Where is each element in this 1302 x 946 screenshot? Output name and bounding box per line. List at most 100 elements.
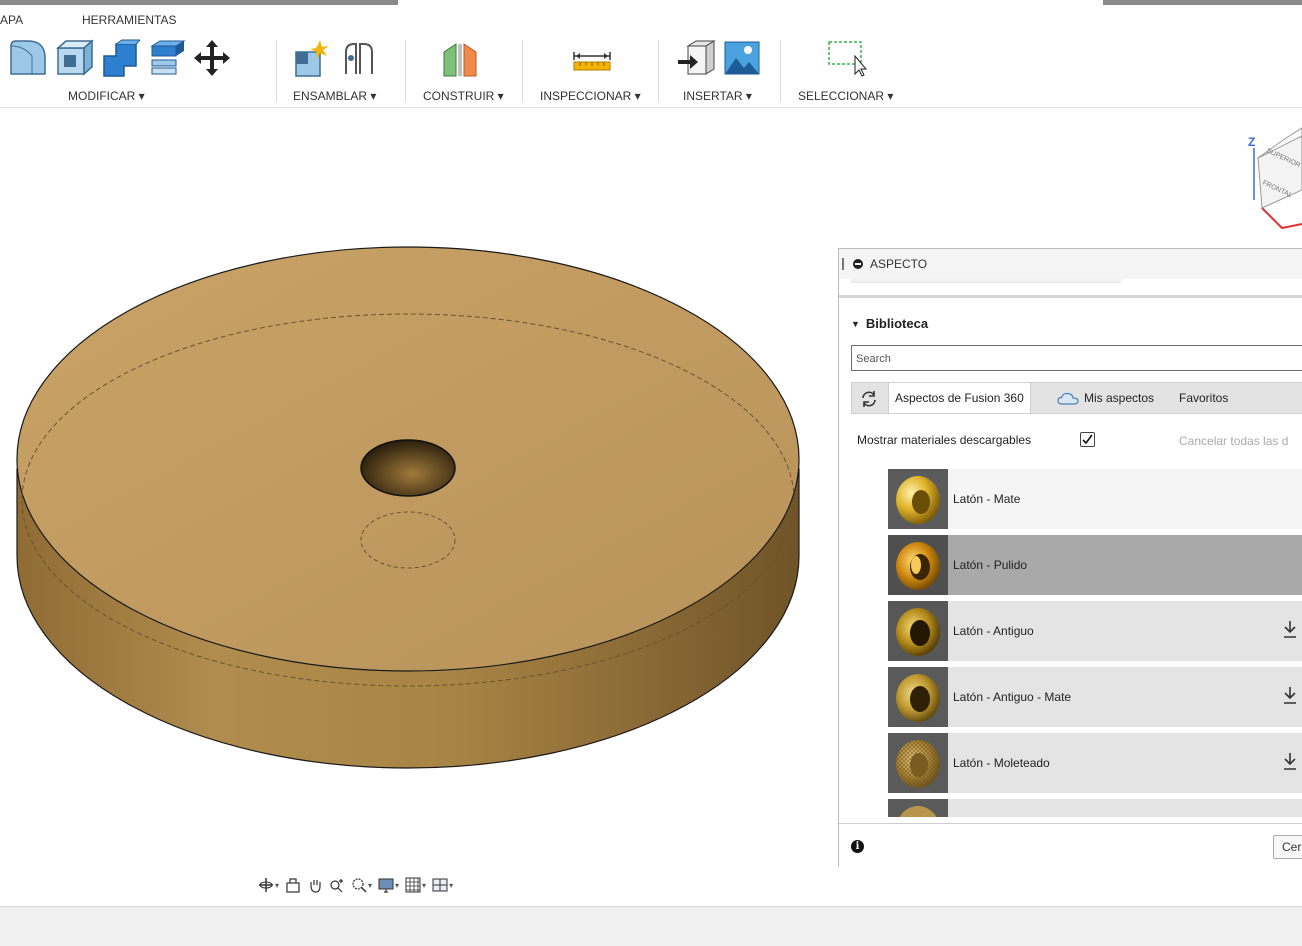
close-button[interactable]: Cerrar (1273, 835, 1302, 859)
orbit-button[interactable]: ▾ (258, 877, 279, 893)
viewports-button[interactable]: ▾ (432, 877, 453, 893)
ribbon-toolbar: MODIFICAR ▾ ENSAMBLAR ▾ CONSTRUIR ▾ INSP… (0, 30, 1302, 108)
look-at-button[interactable] (285, 877, 301, 893)
panel-divider[interactable] (839, 295, 1302, 298)
display-settings-button[interactable]: ▾ (378, 877, 399, 893)
grid-settings-button[interactable]: ▾ (405, 877, 426, 893)
select-window-icon[interactable] (826, 38, 870, 78)
download-icon[interactable] (1282, 751, 1298, 771)
fit-button[interactable]: ▾ (351, 877, 372, 893)
material-name: Latón - Pulido (953, 558, 1028, 572)
tab-favorites[interactable]: Favoritos (1179, 391, 1228, 405)
material-item-selected[interactable]: Latón - Pulido (888, 535, 1302, 595)
fillet-icon[interactable] (54, 38, 94, 78)
download-icon[interactable] (1282, 619, 1298, 639)
press-pull-icon[interactable] (8, 38, 48, 78)
tab-chapa[interactable]: APA (0, 13, 23, 27)
grid-icon (405, 877, 421, 893)
search-input[interactable]: Search (851, 345, 1302, 371)
checkmark-icon (1082, 434, 1093, 445)
group-construir: CONSTRUIR ▾ (423, 30, 520, 108)
cloud-icon (1057, 392, 1079, 405)
pan-button[interactable] (307, 877, 323, 893)
ribbon-separator (658, 40, 659, 102)
joint-icon[interactable] (338, 38, 378, 78)
group-inspeccionar: INSPECCIONAR ▾ (540, 30, 650, 108)
construir-menu[interactable]: CONSTRUIR ▾ (423, 89, 504, 103)
show-downloadable-checkbox[interactable] (1080, 432, 1095, 447)
offset-plane-icon[interactable] (440, 38, 480, 78)
material-name: Latón - Mate (953, 492, 1021, 506)
ribbon-separator (405, 40, 406, 102)
tab-herramientas[interactable]: HERRAMIENTAS (82, 13, 176, 27)
tab-my-appearances[interactable]: Mis aspectos (1084, 391, 1154, 405)
brass-knurled-thumbnail (888, 733, 948, 793)
brass-thumbnail (888, 799, 948, 817)
active-tab-indicator (0, 0, 398, 5)
cancel-all-downloads-link[interactable]: Cancelar todas las d (1179, 434, 1288, 448)
workspace-tab-bar: APA HERRAMIENTAS (0, 0, 1302, 30)
material-item[interactable]: Latón - Mate (888, 469, 1302, 529)
canvas-image-icon[interactable] (722, 38, 762, 78)
dialog-footer: i Cerrar (839, 823, 1302, 868)
brass-antique-satin-thumbnail (888, 667, 948, 727)
ensamblar-menu[interactable]: ENSAMBLAR ▾ (293, 89, 376, 103)
fusion-360-window: APA HERRAMIENTAS MODIFICAR ▾ ENSAMBLAR ▾… (0, 0, 1302, 946)
zoom-button[interactable] (329, 877, 345, 893)
zoom-fit-icon (352, 878, 367, 893)
look-at-icon (286, 878, 300, 893)
material-name: Latón - Antiguo (953, 624, 1034, 638)
viewports-icon (432, 878, 448, 892)
group-ensamblar: ENSAMBLAR ▾ (292, 30, 402, 108)
insertar-menu[interactable]: INSERTAR ▾ (683, 89, 752, 103)
brass-polished-thumbnail (888, 535, 948, 595)
material-name: Latón - Antiguo - Mate (953, 690, 1072, 704)
orbit-icon (259, 878, 273, 892)
collapse-triangle-icon: ▼ (851, 319, 860, 329)
status-bar (0, 906, 1302, 946)
move-copy-icon[interactable] (192, 38, 232, 78)
pan-hand-icon (310, 880, 321, 893)
info-icon[interactable]: i (851, 840, 864, 853)
material-item[interactable]: Latón - Moleteado (888, 733, 1302, 793)
download-icon[interactable] (1282, 685, 1298, 705)
axis-z-label: Z (1248, 135, 1255, 149)
material-item[interactable]: Latón - Antiguo (888, 601, 1302, 661)
material-item-partial[interactable] (888, 799, 1302, 817)
insert-derive-icon[interactable] (676, 38, 716, 78)
group-seleccionar: SELECCIONAR ▾ (798, 30, 906, 108)
drag-handle-icon[interactable] (842, 258, 844, 270)
collapse-icon[interactable] (853, 259, 863, 269)
search-placeholder: Search (856, 353, 891, 365)
modificar-menu[interactable]: MODIFICAR ▾ (68, 89, 145, 103)
materials-list: Latón - Mate Latón - Pulido Latón - Anti… (888, 469, 1302, 817)
shell-icon[interactable] (146, 38, 186, 78)
material-item[interactable]: Latón - Antiguo - Mate (888, 667, 1302, 727)
dialog-title-bar[interactable]: ASPECTO (839, 249, 1302, 279)
tab-fusion-appearances[interactable]: Aspectos de Fusion 360 (888, 383, 1031, 413)
dialog-title: ASPECTO (870, 257, 928, 271)
brass-satin-thumbnail (888, 469, 948, 529)
zoom-icon (330, 879, 344, 893)
new-component-icon[interactable] (292, 38, 332, 78)
library-tabs: Aspectos de Fusion 360 Mis aspectos Favo… (851, 382, 1302, 414)
group-modificar: MODIFICAR ▾ (8, 30, 270, 108)
show-downloadable-label: Mostrar materiales descargables (857, 433, 1032, 447)
refresh-icon[interactable] (860, 390, 878, 408)
tab-indicator-right (1103, 0, 1302, 5)
ribbon-separator (522, 40, 523, 102)
measure-icon[interactable] (570, 38, 614, 78)
ribbon-separator (276, 40, 277, 102)
center-hole[interactable] (360, 439, 456, 497)
seleccionar-menu[interactable]: SELECCIONAR ▾ (798, 89, 893, 103)
inspeccionar-menu[interactable]: INSPECCIONAR ▾ (540, 89, 641, 103)
material-name: Latón - Moleteado (953, 756, 1050, 770)
navigation-toolbar: ▾ ▾ ▾ ▾ ▾ (258, 870, 558, 900)
group-insertar: INSERTAR ▾ (676, 30, 771, 108)
chamfer-icon[interactable] (100, 38, 140, 78)
library-label: Biblioteca (865, 316, 929, 331)
library-section-header[interactable]: ▼ Biblioteca (851, 316, 928, 331)
view-cube[interactable]: Z SUPERIOR FRONTAL (1248, 127, 1302, 230)
display-monitor-icon (378, 878, 394, 893)
brass-antique-thumbnail (888, 601, 948, 661)
